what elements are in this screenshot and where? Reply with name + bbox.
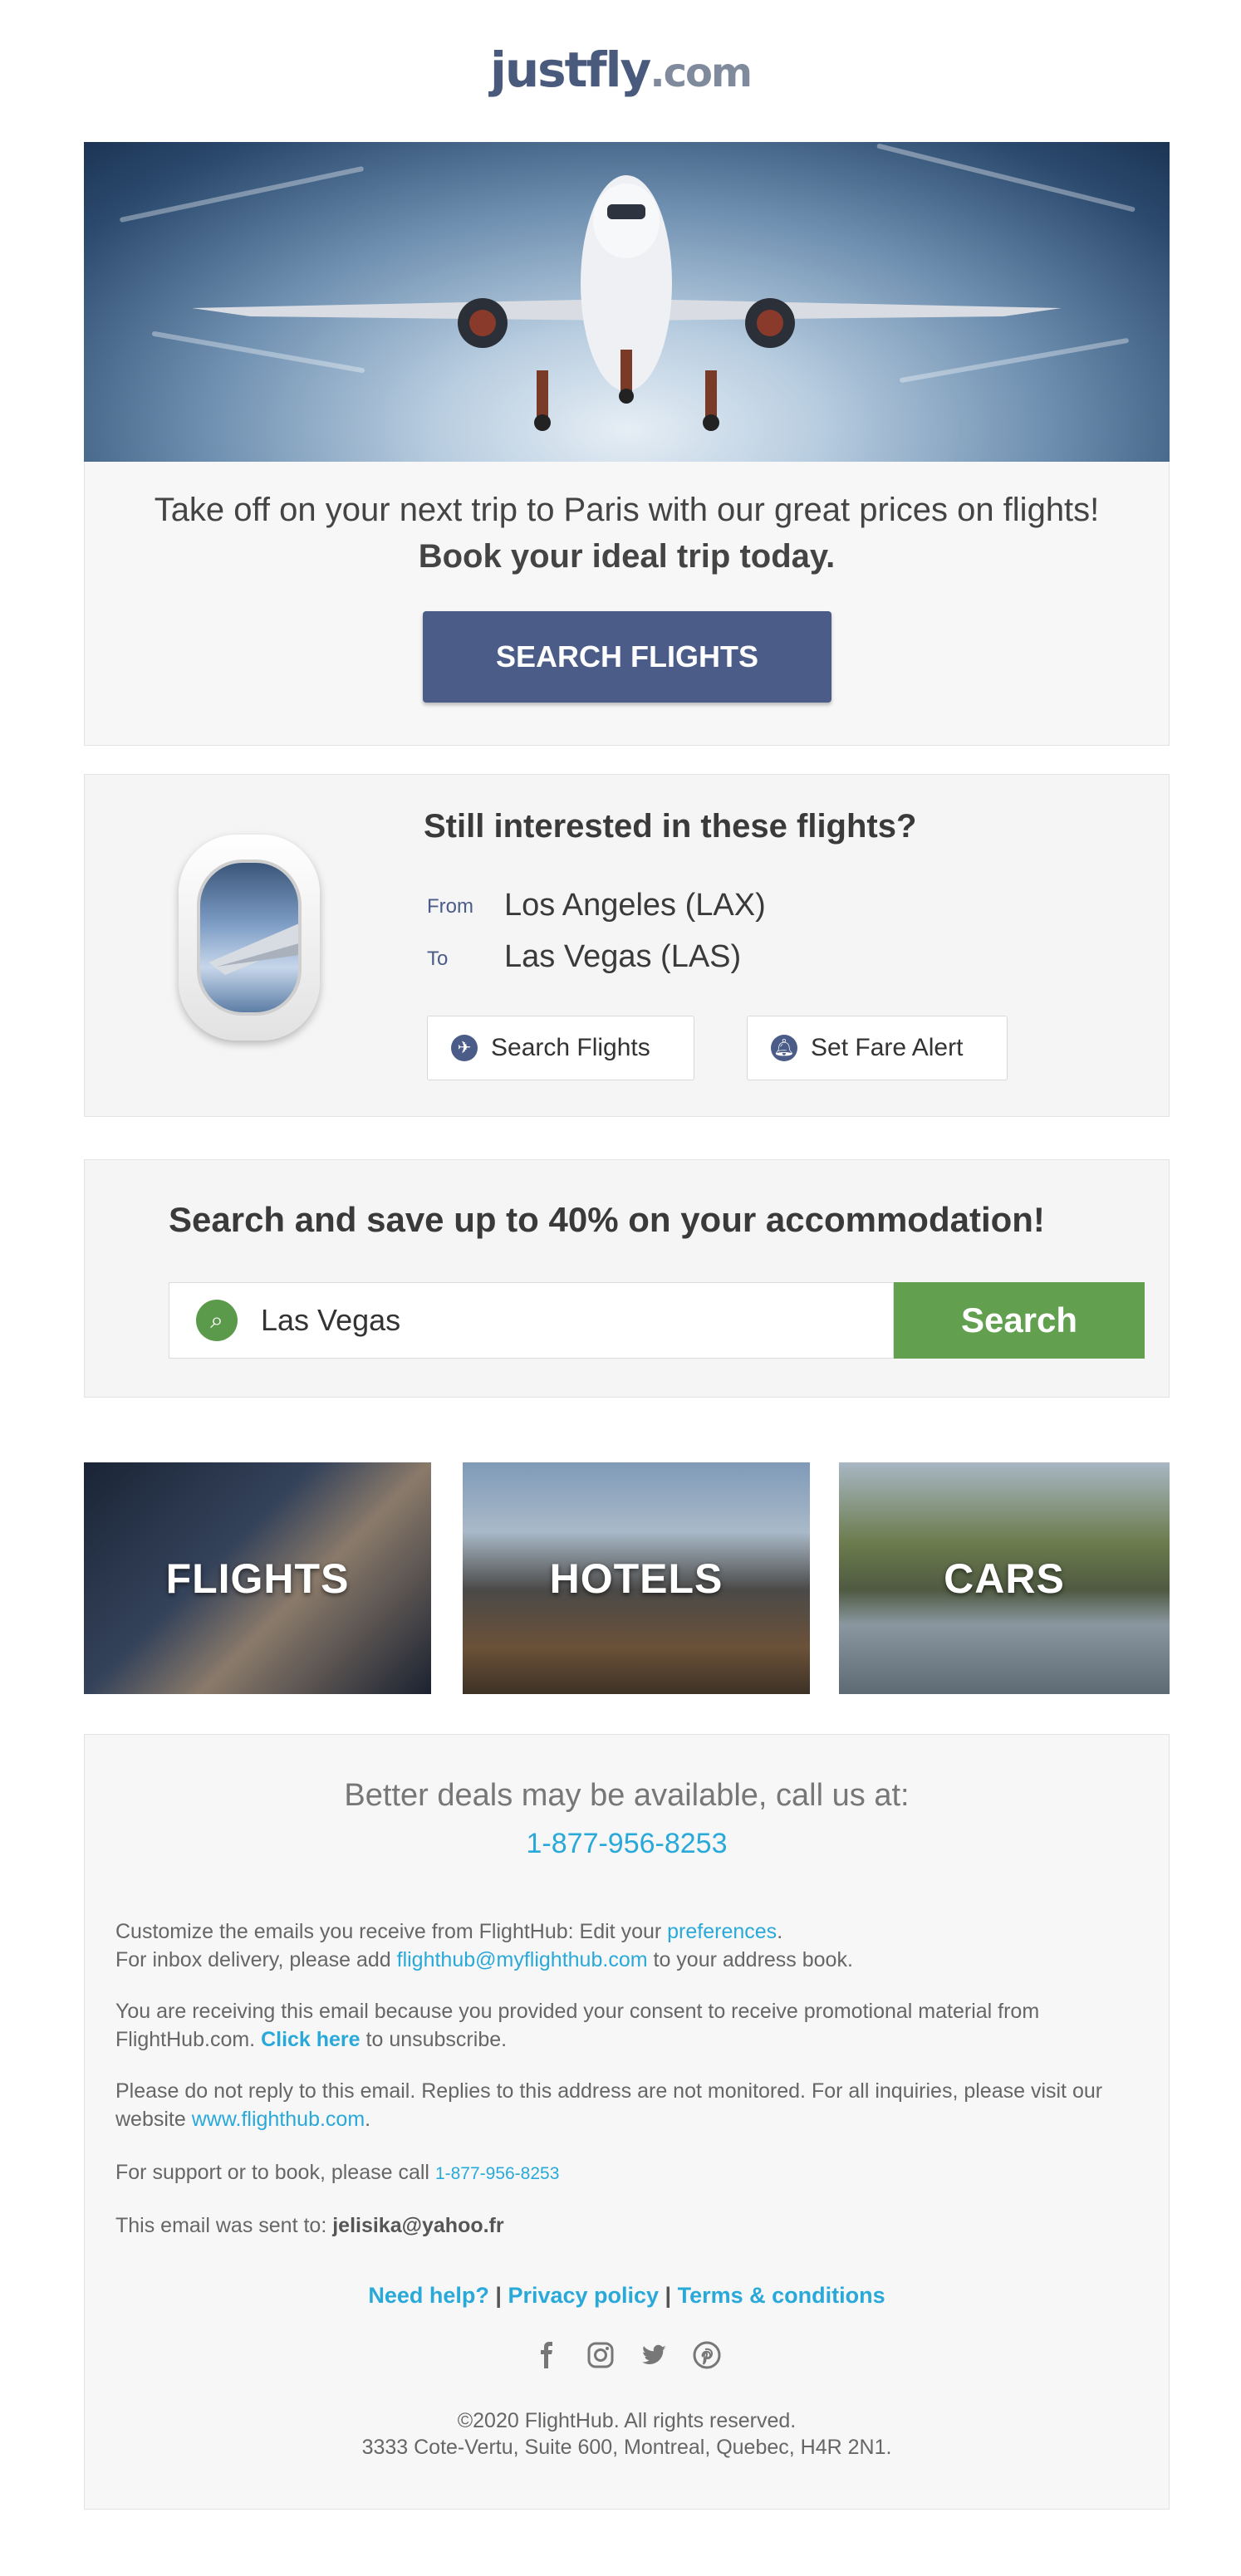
search-flights-button[interactable]: SEARCH FLIGHTS [423, 611, 831, 703]
promo-text: Take off on your next trip to Paris with… [154, 492, 1100, 528]
logo-part-just: just [489, 42, 587, 98]
flights-tile[interactable]: FLIGHTS [84, 1462, 431, 1694]
to-value: Las Vegas (LAS) [504, 939, 742, 974]
sender-email-link[interactable]: flighthub@myflighthub.com [397, 1948, 648, 1971]
airplane-window-image [179, 835, 320, 1041]
accommodation-search-button[interactable]: Search [894, 1282, 1145, 1359]
footer: Better deals may be available, call us a… [84, 1734, 1170, 2510]
terms-link[interactable]: Terms & conditions [678, 2283, 885, 2308]
preferences-paragraph: Customize the emails you receive from Fl… [115, 1917, 1145, 1974]
address-book-text: to your address book. [647, 1948, 853, 1971]
promo-subtext: Book your ideal trip today. [418, 538, 836, 575]
pinterest-icon[interactable] [693, 2341, 721, 2369]
inbox-text: For inbox delivery, please add [115, 1948, 397, 1971]
interest-heading: Still interested in these flights? [424, 808, 917, 845]
hero-airplane-image [84, 142, 1170, 462]
no-reply-paragraph: Please do not reply to this email. Repli… [115, 2077, 1145, 2133]
instagram-icon[interactable] [586, 2341, 615, 2369]
cars-tile-label: CARS [944, 1555, 1065, 1602]
flight-interest-card: Still interested in these flights? From … [84, 774, 1170, 1117]
destination-input[interactable]: ⌕ Las Vegas [169, 1282, 894, 1359]
unsubscribe-link[interactable]: Click here [261, 2028, 361, 2051]
recipient-email: jelisika@yahoo.fr [332, 2214, 504, 2237]
search-flights-pill-button[interactable]: ✈ Search Flights [427, 1016, 694, 1080]
cars-tile[interactable]: CARS [839, 1462, 1170, 1694]
need-help-link[interactable]: Need help? [368, 2283, 489, 2308]
airplane-icon: ✈ [451, 1035, 478, 1061]
footer-links: Need help? | Privacy policy | Terms & co… [85, 2283, 1169, 2309]
logo-part-com: .com [650, 50, 753, 96]
link-separator: | [659, 2283, 678, 2308]
preferences-link[interactable]: preferences [667, 1920, 777, 1943]
consent-paragraph: You are receiving this email because you… [115, 1997, 1145, 2054]
social-icons [85, 2341, 1169, 2369]
support-paragraph: For support or to book, please call 1-87… [115, 2158, 1145, 2188]
hotels-tile[interactable]: HOTELS [463, 1462, 810, 1694]
consent-text: You are receiving this email because you… [115, 2000, 1040, 2051]
airplane-graphic [192, 175, 1062, 431]
from-value: Los Angeles (LAX) [504, 888, 766, 923]
set-fare-alert-label: Set Fare Alert [811, 1034, 964, 1061]
accommodation-heading: Search and save up to 40% on your accomm… [169, 1200, 1045, 1239]
to-label: To [427, 948, 449, 970]
link-separator: | [488, 2283, 508, 2308]
search-flights-pill-label: Search Flights [491, 1034, 650, 1061]
unsubscribe-text: to unsubscribe. [360, 2028, 508, 2051]
website-link[interactable]: www.flighthub.com [192, 2108, 365, 2131]
accommodation-section: Search and save up to 40% on your accomm… [84, 1159, 1170, 1398]
privacy-policy-link[interactable]: Privacy policy [508, 2283, 659, 2308]
website-period: . [365, 2108, 371, 2131]
set-fare-alert-button[interactable]: 🔔︎ Set Fare Alert [747, 1016, 1008, 1080]
support-phone-link[interactable]: 1-877-956-8253 [435, 2164, 559, 2183]
wing-view-graphic [208, 923, 298, 975]
sent-to-paragraph: This email was sent to: jelisika@yahoo.f… [115, 2211, 1145, 2240]
twitter-icon[interactable] [640, 2341, 668, 2369]
support-text: For support or to book, please call [115, 2161, 435, 2184]
search-icon: ⌕ [196, 1300, 238, 1341]
preferences-text: Customize the emails you receive from Fl… [115, 1920, 668, 1943]
call-us-text: Better deals may be available, call us a… [344, 1778, 910, 1813]
sent-to-text: This email was sent to: [115, 2214, 333, 2237]
flights-tile-label: FLIGHTS [165, 1555, 350, 1602]
brand-logo[interactable]: justfly.com [0, 42, 1241, 98]
hotels-tile-label: HOTELS [549, 1555, 724, 1602]
destination-value: Las Vegas [261, 1303, 401, 1337]
preferences-period: . [777, 1920, 783, 1943]
company-address: 3333 Cote-Vertu, Suite 600, Montreal, Qu… [361, 2436, 892, 2459]
copyright-text: ©2020 FlightHub. All rights reserved. [457, 2409, 797, 2432]
promo-section: Take off on your next trip to Paris with… [84, 462, 1170, 746]
bell-icon: 🔔︎ [771, 1035, 797, 1061]
facebook-icon[interactable] [533, 2341, 562, 2369]
logo-part-fly: fly [586, 42, 651, 98]
from-label: From [427, 895, 473, 918]
phone-link[interactable]: 1-877-956-8253 [85, 1828, 1169, 1860]
